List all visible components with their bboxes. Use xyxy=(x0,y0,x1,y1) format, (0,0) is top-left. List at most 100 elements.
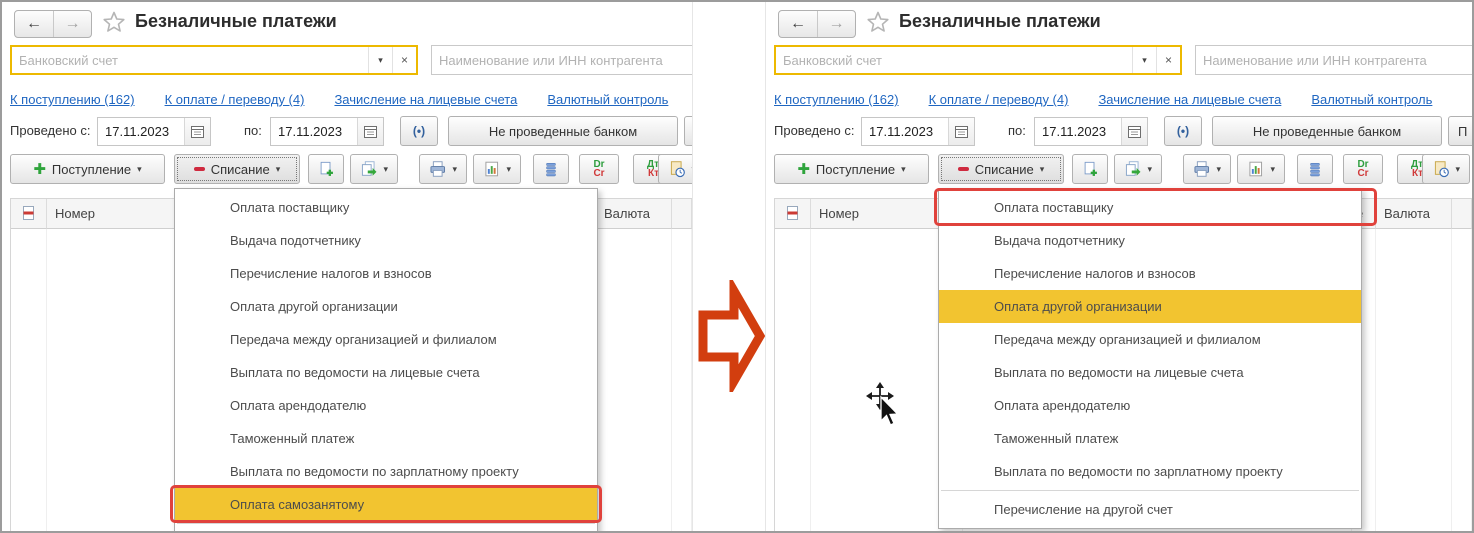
menu-item[interactable]: Оплата арендодателю xyxy=(175,389,597,422)
clipped-filter-label: П xyxy=(1458,123,1468,139)
bank-account-input[interactable] xyxy=(776,47,1132,73)
table-body-cell[interactable] xyxy=(672,229,692,531)
register-list-button[interactable] xyxy=(533,154,569,184)
menu-item[interactable]: Выплата по ведомости по зарплатному прое… xyxy=(175,455,597,488)
writeoff-button[interactable]: Списание ▾ xyxy=(938,154,1064,184)
menu-item[interactable]: Перечисление налогов и взносов xyxy=(939,257,1361,290)
copy-icon xyxy=(1125,161,1141,176)
page-title: Безналичные платежи xyxy=(899,11,1101,31)
posting-status-column-header[interactable] xyxy=(11,199,47,229)
reports-button[interactable]: ▾ xyxy=(473,154,521,184)
menu-item[interactable]: Выплата по ведомости на лицевые счета xyxy=(939,356,1361,389)
document-status-icon xyxy=(23,206,34,220)
writeoff-label: Списание xyxy=(974,161,1034,177)
chevron-down-icon: ▾ xyxy=(452,163,457,174)
choose-period-button[interactable]: (•) xyxy=(400,116,438,146)
table-body-cell[interactable] xyxy=(1452,229,1472,531)
menu-item[interactable]: Оплата другой организации xyxy=(939,290,1361,323)
back-button[interactable]: ← xyxy=(15,11,53,37)
bank-account-dropdown-button[interactable]: ▾ xyxy=(368,47,392,73)
writeoff-button[interactable]: Списание ▾ xyxy=(174,154,300,184)
table-body-cell[interactable] xyxy=(1376,229,1452,531)
not-posted-label: Не проведенные банком xyxy=(488,123,638,139)
chevron-down-icon: ▾ xyxy=(383,163,388,174)
menu-item[interactable]: Выплата по ведомости по зарплатному прое… xyxy=(939,455,1361,488)
link-to-payment[interactable]: К оплате / переводу (4) xyxy=(165,92,305,107)
print-button[interactable]: ▾ xyxy=(1183,154,1231,184)
menu-item[interactable]: Оплата поставщику xyxy=(175,191,597,224)
bank-account-clear-button[interactable]: × xyxy=(392,47,416,73)
menu-item[interactable]: Передача между организацией и филиалом xyxy=(939,323,1361,356)
drcr-postings-button[interactable]: Dr Cr xyxy=(579,154,619,184)
bank-account-clear-button[interactable]: × xyxy=(1156,47,1180,73)
link-currency-control[interactable]: Валютный контроль xyxy=(1311,92,1432,107)
copy-document-button[interactable]: ▾ xyxy=(1114,154,1162,184)
menu-item[interactable]: Перечисление налогов и взносов xyxy=(175,257,597,290)
menu-item[interactable]: Выплата по ведомости на лицевые счета xyxy=(175,356,597,389)
print-button[interactable]: ▾ xyxy=(419,154,467,184)
date-from-input[interactable] xyxy=(98,118,184,145)
choose-period-button[interactable]: (•) xyxy=(1164,116,1202,146)
date-to-calendar-button[interactable] xyxy=(1121,118,1147,145)
favorite-star-icon[interactable] xyxy=(866,10,890,34)
counterparty-input[interactable] xyxy=(1196,46,1472,74)
receipt-button[interactable]: ✚ Поступление ▾ xyxy=(774,154,929,184)
link-to-payment[interactable]: К оплате / переводу (4) xyxy=(929,92,1069,107)
report-icon xyxy=(1249,161,1263,177)
menu-item[interactable]: Перечисление на другой счет xyxy=(939,493,1361,526)
trailing-column-header xyxy=(1452,199,1472,229)
move-cursor-icon xyxy=(866,382,899,426)
bank-account-input[interactable] xyxy=(12,47,368,73)
create-document-button[interactable] xyxy=(1072,154,1108,184)
link-currency-control[interactable]: Валютный контроль xyxy=(547,92,668,107)
clipped-filter-button[interactable]: П xyxy=(684,116,692,146)
forward-button[interactable]: → xyxy=(817,11,855,37)
menu-item[interactable]: Таможенный платеж xyxy=(175,422,597,455)
date-from-input[interactable] xyxy=(862,118,948,145)
clipped-filter-button[interactable]: П xyxy=(1448,116,1472,146)
currency-column-header[interactable]: Валюта xyxy=(1376,199,1452,229)
menu-item[interactable]: Оплата поставщику xyxy=(934,188,1377,226)
copy-document-button[interactable]: ▾ xyxy=(350,154,398,184)
menu-item[interactable]: Оплата арендодателю xyxy=(939,389,1361,422)
table-body-cell[interactable] xyxy=(596,229,672,531)
link-to-receipt[interactable]: К поступлению (162) xyxy=(10,92,135,107)
create-document-button[interactable] xyxy=(308,154,344,184)
link-personal-accounts[interactable]: Зачисление на лицевые счета xyxy=(334,92,517,107)
table-body-cell[interactable] xyxy=(11,229,47,531)
favorite-star-icon[interactable] xyxy=(102,10,126,34)
menu-item[interactable]: Таможенный платеж xyxy=(939,422,1361,455)
date-to-input[interactable] xyxy=(1035,118,1121,145)
bank-account-dropdown-button[interactable]: ▾ xyxy=(1132,47,1156,73)
chevron-down-icon: ▾ xyxy=(378,54,383,65)
date-from-field xyxy=(861,117,975,146)
link-personal-accounts[interactable]: Зачисление на лицевые счета xyxy=(1098,92,1281,107)
date-to-input[interactable] xyxy=(271,118,357,145)
forward-button[interactable]: → xyxy=(53,11,91,37)
date-to-calendar-button[interactable] xyxy=(357,118,383,145)
counterparty-input[interactable] xyxy=(432,46,692,74)
table-body-cell[interactable] xyxy=(775,229,811,531)
link-to-receipt[interactable]: К поступлению (162) xyxy=(774,92,899,107)
drcr-postings-button[interactable]: Dr Cr xyxy=(1343,154,1383,184)
menu-item[interactable]: Выдача подотчетнику xyxy=(939,224,1361,257)
printer-icon xyxy=(1194,161,1210,177)
menu-item[interactable]: Передача между организацией и филиалом xyxy=(175,323,597,356)
date-from-calendar-button[interactable] xyxy=(184,118,210,145)
register-list-button[interactable] xyxy=(1297,154,1333,184)
receipt-button[interactable]: ✚ Поступление ▾ xyxy=(10,154,165,184)
posting-status-column-header[interactable] xyxy=(775,199,811,229)
menu-item[interactable]: Оплата самозанятому xyxy=(170,485,602,523)
not-posted-by-bank-button[interactable]: Не проведенные банком xyxy=(1212,116,1442,146)
menu-item[interactable]: Оплата другой организации xyxy=(175,290,597,323)
back-button[interactable]: ← xyxy=(779,11,817,37)
menu-item[interactable]: Перечисление на другой счет xyxy=(175,526,597,531)
menu-item[interactable]: Выдача подотчетнику xyxy=(175,224,597,257)
scheduled-document-button[interactable]: ▾ xyxy=(658,154,692,184)
not-posted-by-bank-button[interactable]: Не проведенные банком xyxy=(448,116,678,146)
reports-button[interactable]: ▾ xyxy=(1237,154,1285,184)
date-from-calendar-button[interactable] xyxy=(948,118,974,145)
period-icon: (•) xyxy=(412,124,426,138)
currency-column-header[interactable]: Валюта xyxy=(596,199,672,229)
scheduled-document-button[interactable]: ▾ xyxy=(1422,154,1470,184)
